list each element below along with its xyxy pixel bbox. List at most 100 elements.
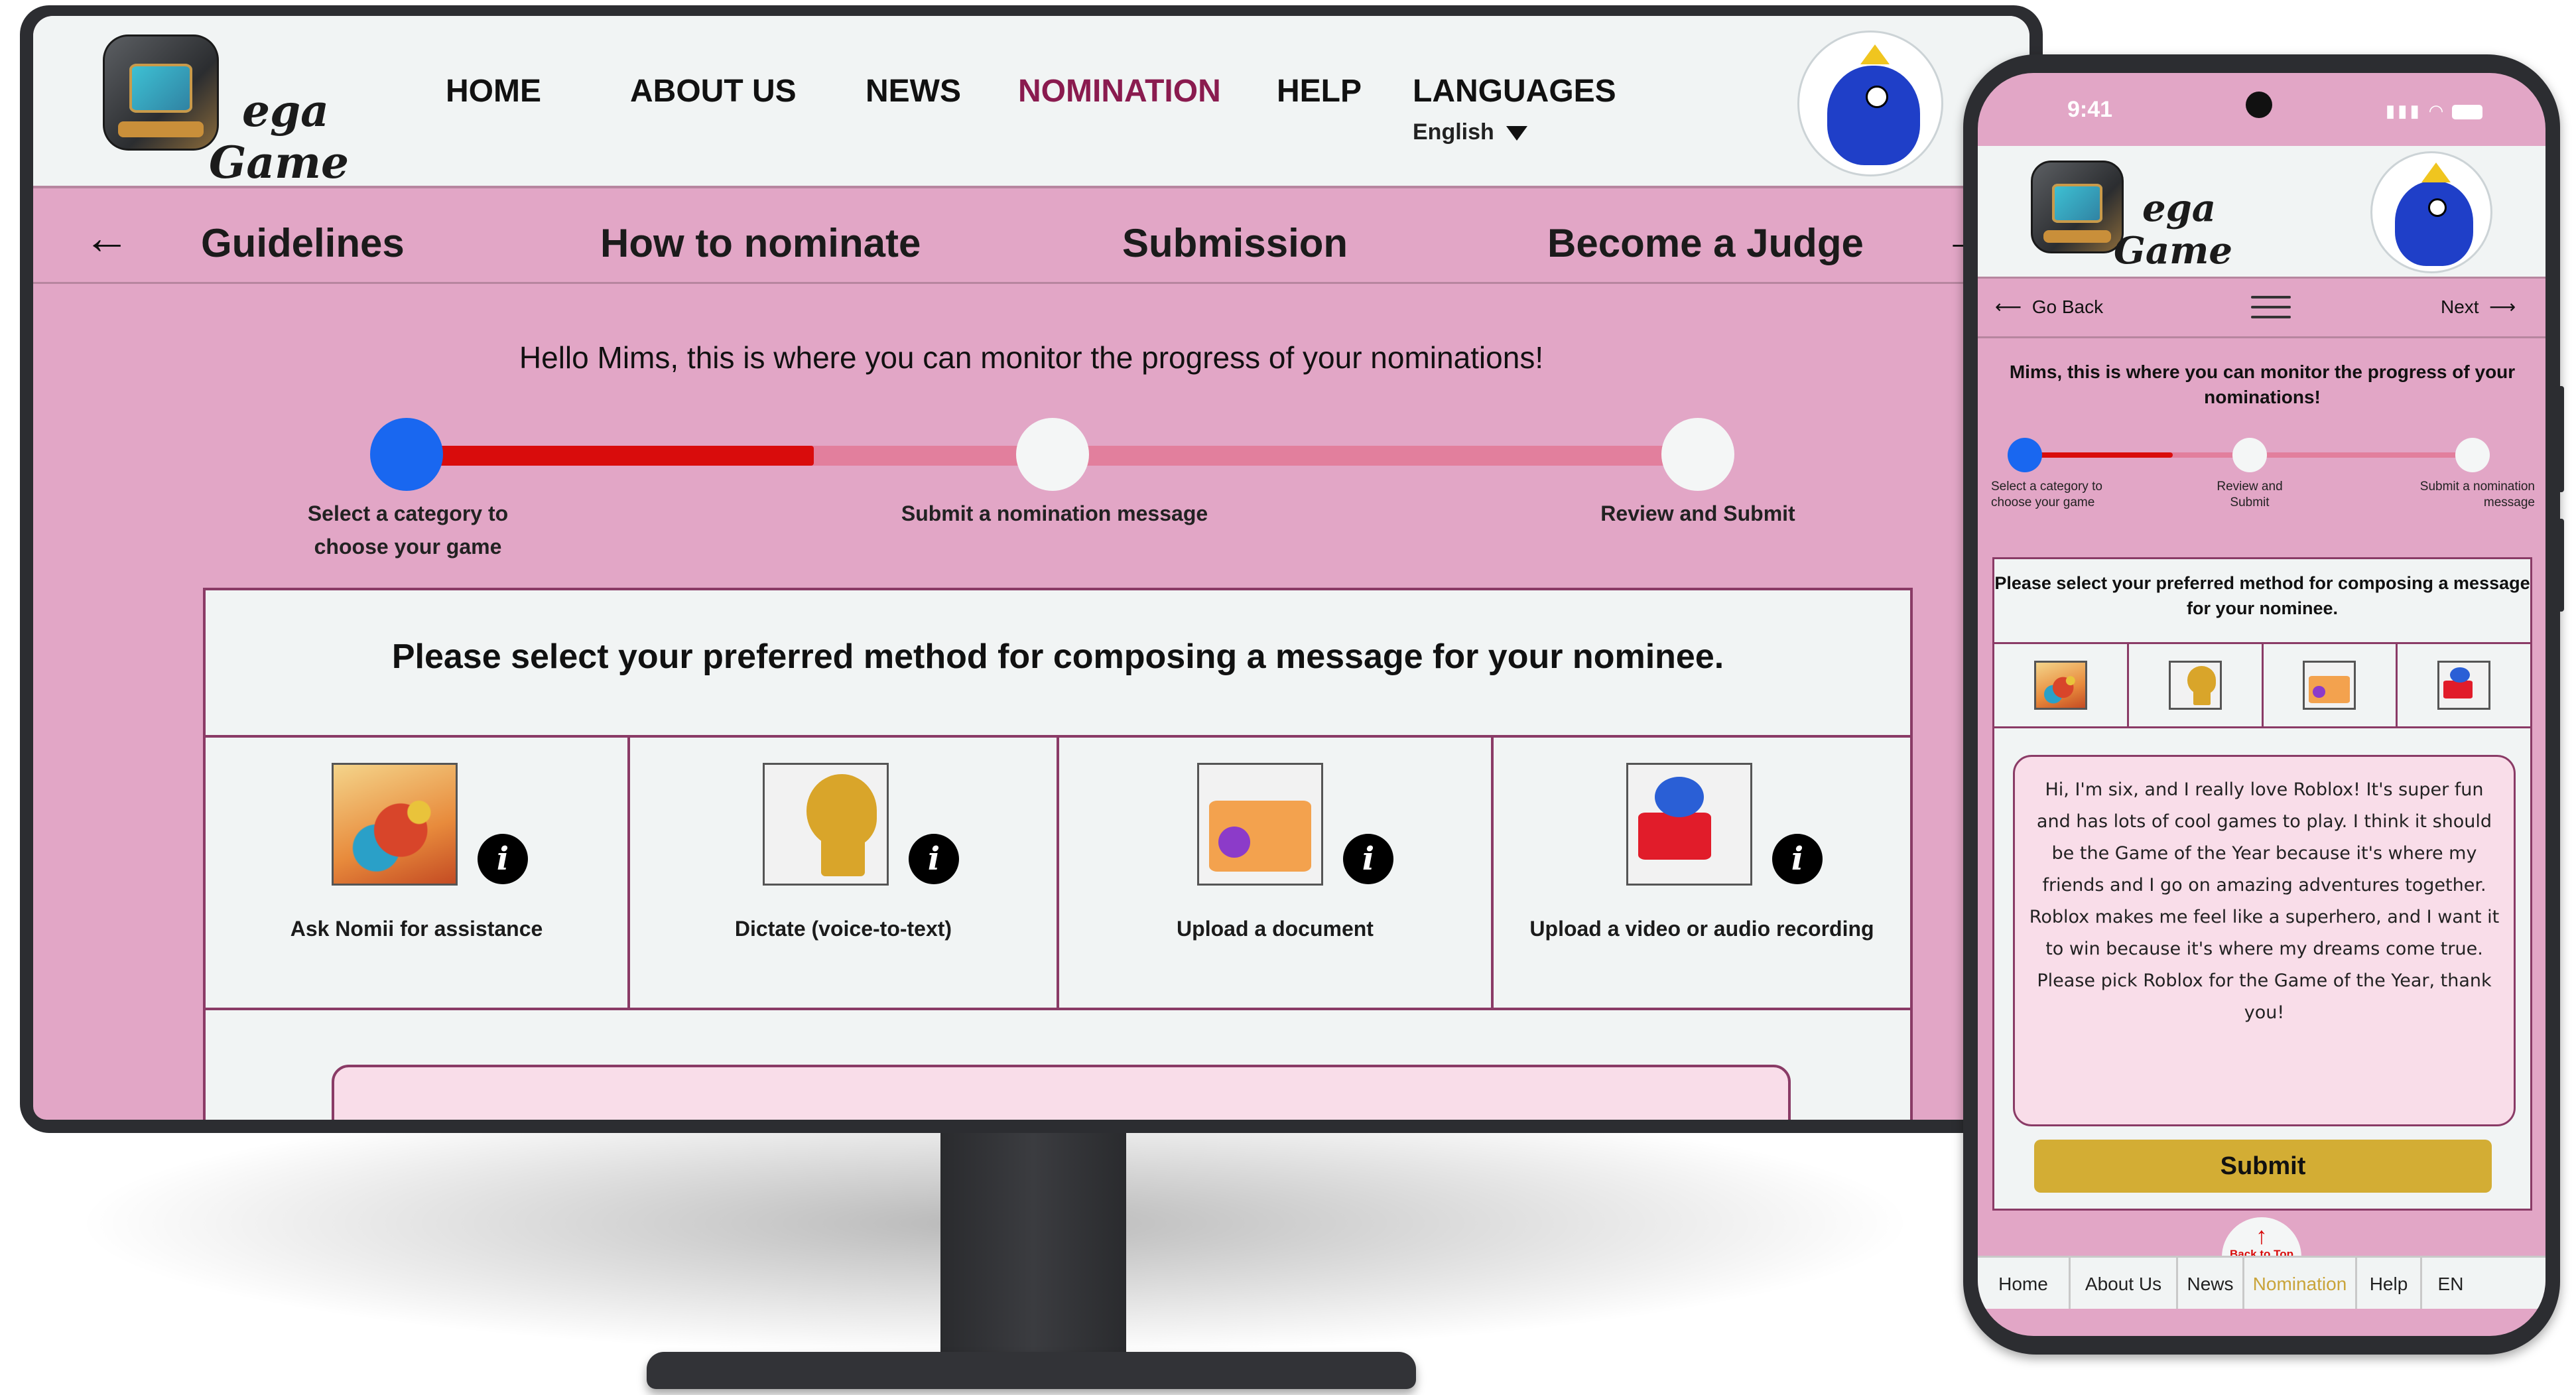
option-dictate[interactable]: i Dictate (voice-to-text): [630, 738, 1059, 1008]
progress-step-3-label: Review and Submit: [1600, 501, 1795, 525]
progress-step-2-dot[interactable]: [1016, 418, 1089, 491]
nav-help[interactable]: HELP: [1277, 73, 1362, 109]
site-logo[interactable]: ega Game: [103, 34, 349, 184]
progress-step-3-dot[interactable]: [2455, 438, 2490, 472]
bottom-nav: Home About Us News Nomination Help EN: [1978, 1256, 2545, 1309]
progress-step-2-dot[interactable]: [2232, 438, 2267, 472]
monitor-stand: [940, 1128, 1126, 1386]
logo-text-line1: ega: [242, 85, 329, 137]
subnav-submission[interactable]: Submission: [1122, 220, 1348, 266]
option-dictate-label: Dictate (voice-to-text): [734, 917, 952, 941]
progress-step-2-label: Submit a nomination message: [901, 501, 1208, 525]
bottom-nav-help[interactable]: Help: [2357, 1258, 2422, 1309]
subnav-back-arrow-icon[interactable]: ←: [84, 211, 130, 264]
avatar-crown-icon: [1860, 44, 1890, 64]
wifi-icon: ◠: [2429, 101, 2445, 121]
caret-down-icon: [1506, 126, 1527, 141]
bottom-nav-language[interactable]: EN: [2422, 1258, 2479, 1309]
bottom-nav-about-us[interactable]: About Us: [2071, 1258, 2178, 1309]
phone-header: ega Game: [1978, 146, 2545, 279]
subnav-become-a-judge[interactable]: Become a Judge: [1547, 220, 1864, 266]
option-dictate[interactable]: [2129, 644, 2264, 726]
monitor-base: [647, 1352, 1416, 1389]
subnav-how-to-nominate[interactable]: How to nominate: [600, 220, 921, 266]
subnav-guidelines[interactable]: Guidelines: [201, 220, 405, 266]
submit-button[interactable]: Submit: [2034, 1140, 2492, 1193]
dragon-mascot-icon: [2033, 661, 2087, 710]
message-textarea[interactable]: Hi, I'm six, and I really love Roblox! I…: [2013, 755, 2516, 1126]
next-label: Next: [2441, 297, 2479, 317]
message-textarea[interactable]: [332, 1065, 1791, 1120]
option-upload-video-audio[interactable]: [2398, 644, 2530, 726]
option-upload-document[interactable]: [2264, 644, 2398, 726]
option-upload-video-audio-label: Upload a video or audio recording: [1529, 917, 1874, 941]
arrow-up-icon: ↑: [2256, 1222, 2268, 1249]
user-avatar[interactable]: [2370, 151, 2492, 273]
video-camera-icon: [2437, 661, 2491, 710]
option-ask-nomii-label: Ask Nomii for assistance: [290, 917, 543, 941]
option-upload-video-audio[interactable]: i Upload a video or audio recording: [1494, 738, 1910, 1008]
progress-step-3-dot[interactable]: [1661, 418, 1734, 491]
arrow-left-icon: ⟵: [1995, 297, 2022, 317]
option-ask-nomii[interactable]: i Ask Nomii for assistance: [206, 738, 630, 1008]
info-icon[interactable]: i: [1343, 834, 1393, 884]
progress-step-2-label: Review and Submit: [2217, 480, 2283, 509]
nav-home[interactable]: HOME: [446, 73, 541, 109]
desktop-screen: ega Game HOME ABOUT US NEWS NOMINATION H…: [33, 16, 2029, 1120]
user-avatar[interactable]: [1797, 31, 1943, 176]
option-ask-nomii[interactable]: [1994, 644, 2129, 726]
logo-text-line2: Game: [209, 137, 349, 188]
greeting-message: Mims, this is where you can monitor the …: [2009, 362, 2516, 407]
nav-about-us[interactable]: ABOUT US: [630, 73, 797, 109]
info-icon[interactable]: i: [478, 834, 528, 884]
nav-nomination[interactable]: NOMINATION: [1018, 73, 1221, 109]
nav-news[interactable]: NEWS: [866, 73, 961, 109]
logo-text-line2: Game: [2114, 229, 2232, 273]
option-upload-document[interactable]: i Upload a document: [1059, 738, 1494, 1008]
sub-nav: ← Guidelines How to nominate Submission …: [33, 191, 2029, 284]
phone-side-button: [2555, 519, 2564, 612]
bottom-nav-home[interactable]: Home: [1978, 1258, 2071, 1309]
progress-step-1-label: Select a category to choose your game: [1991, 480, 2102, 509]
progress-step-1-dot[interactable]: [2008, 438, 2042, 472]
go-back-button[interactable]: ⟵ Go Back: [1995, 296, 2103, 318]
desktop-header: ega Game HOME ABOUT US NEWS NOMINATION H…: [33, 16, 2029, 188]
front-camera: [2246, 92, 2272, 118]
progress-fill: [391, 446, 814, 466]
progress-step-3-label: Submit a nomination message: [2419, 480, 2535, 509]
voice-head-icon: [2168, 661, 2222, 710]
document-folder-icon: [2303, 661, 2356, 710]
avatar-crown-icon: [2421, 163, 2451, 182]
info-icon[interactable]: i: [909, 834, 959, 884]
logo-cube-icon: [2031, 161, 2124, 253]
avatar-eye-icon: [1866, 86, 1888, 108]
arrow-right-icon: ⟶: [2489, 297, 2516, 317]
progress-fill: [2024, 452, 2173, 458]
progress-step-1-label: Select a category to choose your game: [307, 501, 509, 559]
menu-hamburger-icon[interactable]: [2251, 296, 2291, 318]
phone-device: 9:41 ▮▮▮ ◠ ega Game ⟵ Go Back Next ⟶ Mim…: [1963, 54, 2564, 1355]
logo-cube-icon: [103, 34, 219, 151]
compose-method-options: i Ask Nomii for assistance i Dictate (vo…: [206, 735, 1910, 1010]
phone-status-bar: 9:41 ▮▮▮ ◠: [1978, 73, 2545, 146]
bottom-nav-news[interactable]: News: [2178, 1258, 2244, 1309]
signal-icon: ▮▮▮: [2385, 101, 2422, 121]
phone-screen: 9:41 ▮▮▮ ◠ ega Game ⟵ Go Back Next ⟶ Mim…: [1978, 73, 2545, 1336]
compose-method-panel: Please select your preferred method for …: [203, 588, 1913, 1120]
info-icon[interactable]: i: [1772, 834, 1823, 884]
go-back-label: Go Back: [2031, 297, 2104, 317]
phone-toolbar: ⟵ Go Back Next ⟶: [1978, 279, 2545, 338]
voice-head-icon: [763, 763, 889, 886]
document-folder-icon: [1197, 763, 1323, 886]
avatar-eye-icon: [2428, 198, 2447, 217]
next-button[interactable]: Next ⟶: [2441, 296, 2516, 318]
language-selector[interactable]: English: [1413, 119, 1527, 145]
compose-method-panel: Please select your preferred method for …: [1992, 557, 2532, 1211]
site-logo[interactable]: ega Game: [2031, 161, 2232, 269]
logo-text-line1: ega: [2142, 186, 2217, 230]
progress-step-1-dot[interactable]: [370, 418, 443, 491]
phone-side-button: [2555, 386, 2564, 492]
nav-languages[interactable]: LANGUAGES: [1413, 73, 1616, 109]
bottom-nav-nomination[interactable]: Nomination: [2244, 1258, 2357, 1309]
language-selected-label: English: [1413, 119, 1494, 145]
